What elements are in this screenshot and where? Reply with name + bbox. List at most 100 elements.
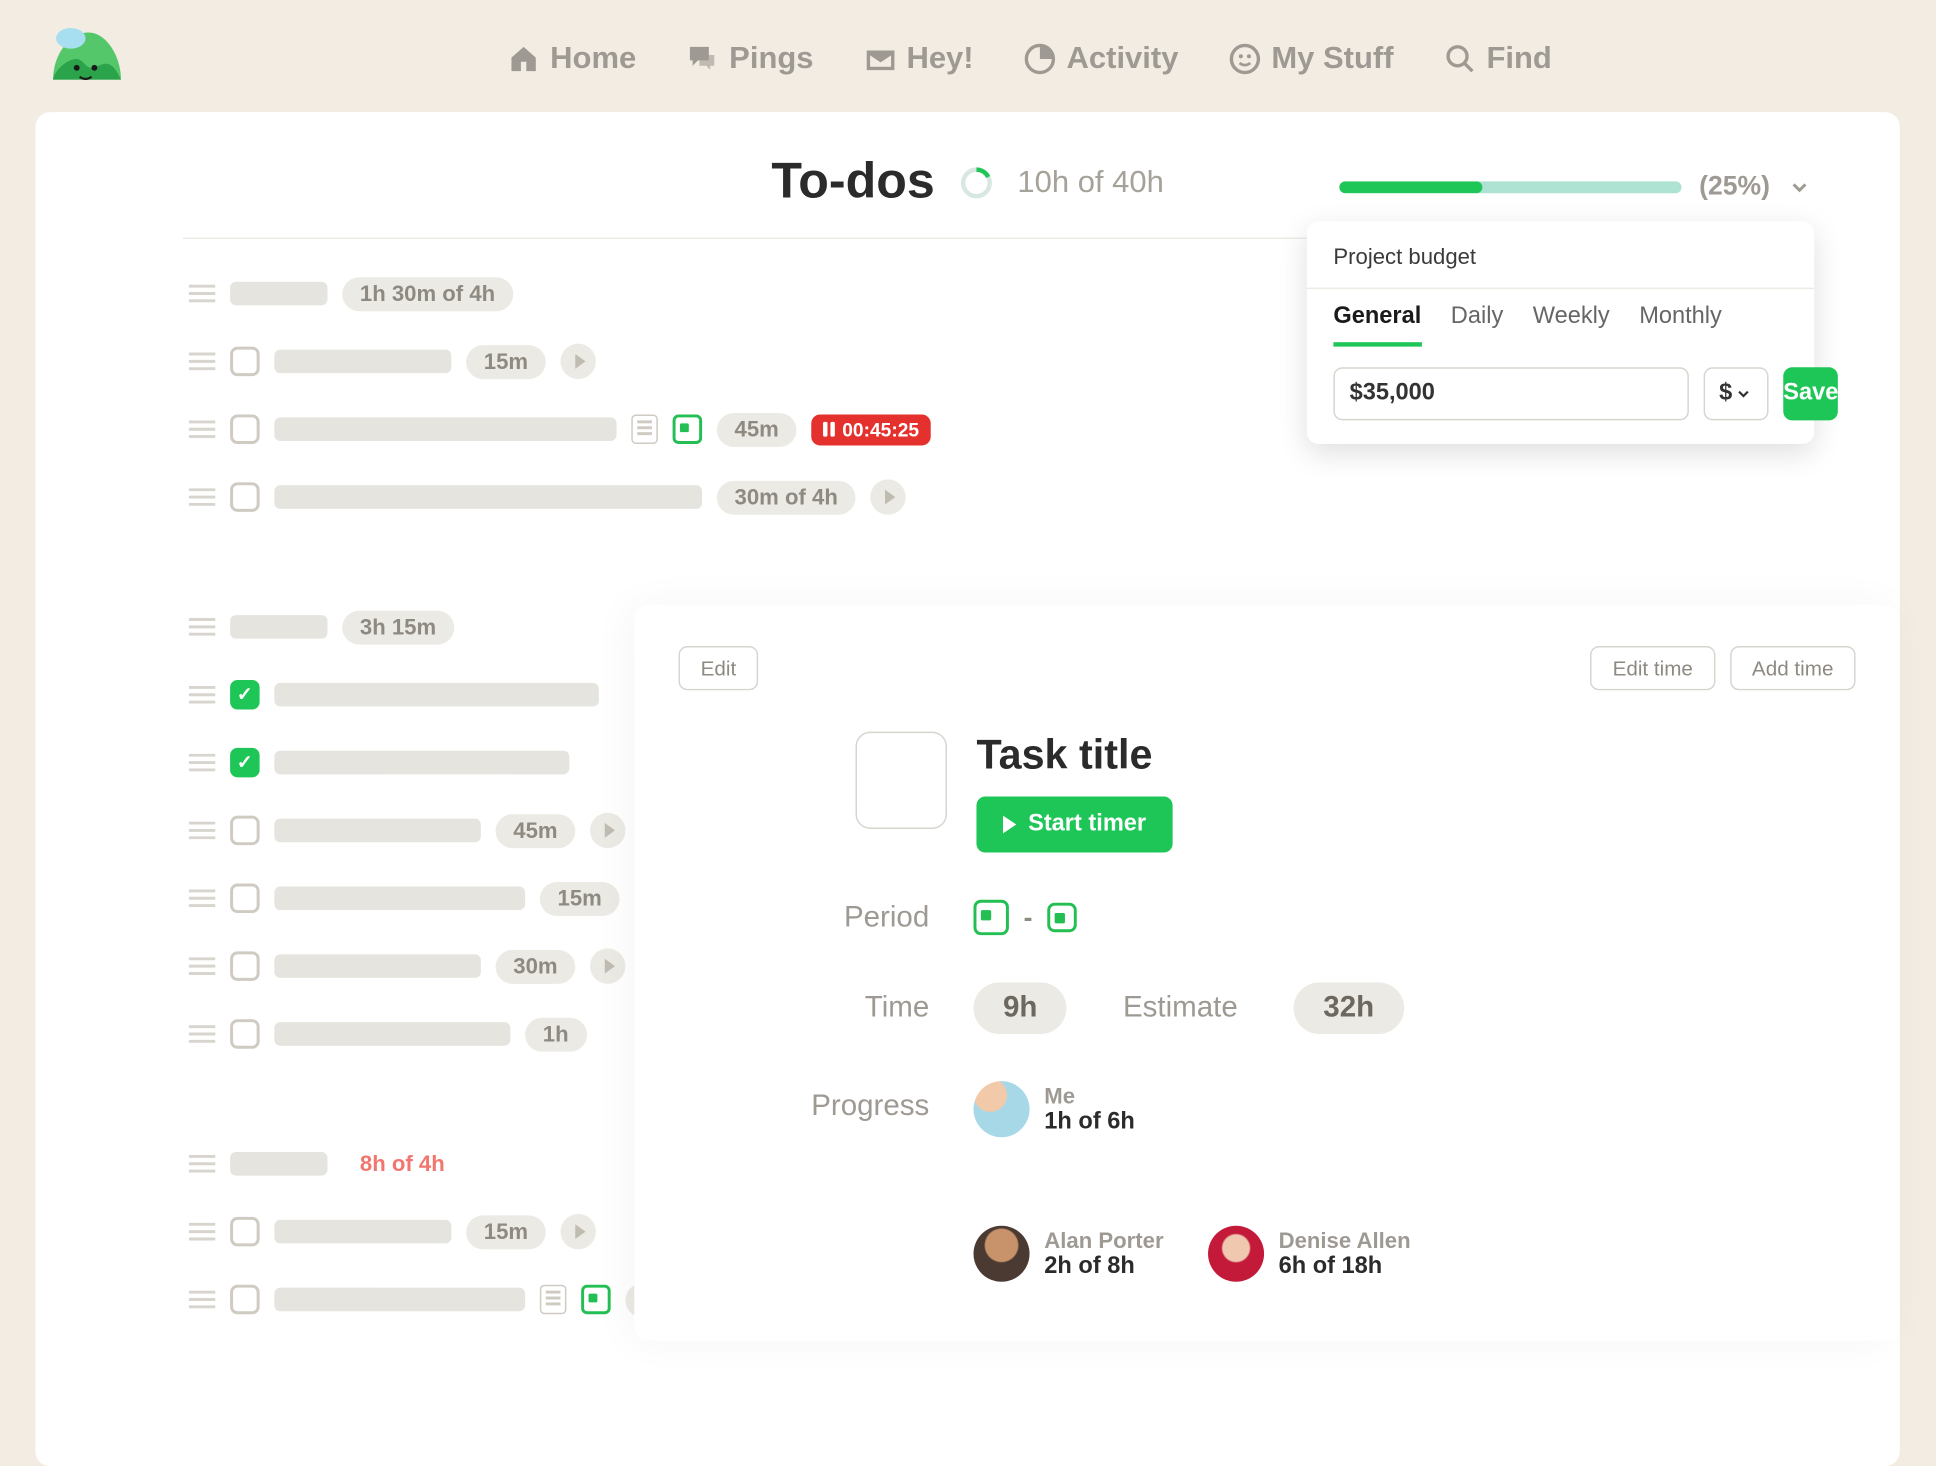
nav-hey-label: Hey!: [906, 41, 973, 76]
play-button[interactable]: [590, 813, 625, 848]
task-detail-panel: Edit Edit time Add time Task title Start…: [634, 605, 1900, 1341]
drag-handle-icon[interactable]: [189, 822, 216, 840]
nav-mystuff[interactable]: My Stuff: [1229, 41, 1394, 76]
todo-time-pill: 45m: [496, 813, 576, 847]
period-label: Period: [738, 900, 974, 934]
drag-handle-icon[interactable]: [189, 686, 216, 704]
drag-handle-icon[interactable]: [189, 488, 216, 506]
drag-handle-icon[interactable]: [189, 1025, 216, 1043]
avatar: [1208, 1226, 1264, 1282]
person-name: Denise Allen: [1279, 1228, 1411, 1253]
start-timer-button[interactable]: Start timer: [976, 797, 1172, 853]
header-time-summary: 10h of 40h: [1017, 164, 1163, 199]
nav-find-label: Find: [1486, 41, 1551, 76]
play-button[interactable]: [561, 1214, 596, 1249]
progress-percent: (25%): [1699, 171, 1770, 202]
progress-person: Alan Porter2h of 8h: [974, 1226, 1164, 1282]
add-time-button[interactable]: Add time: [1730, 646, 1856, 690]
drag-handle-icon[interactable]: [189, 420, 216, 438]
task-large-checkbox[interactable]: [856, 732, 947, 829]
budget-tab-weekly[interactable]: Weekly: [1533, 304, 1610, 347]
drag-handle-icon[interactable]: [189, 618, 216, 636]
avatar: [974, 1081, 1030, 1137]
nav-home[interactable]: Home: [507, 41, 636, 76]
person-time: 6h of 18h: [1279, 1253, 1411, 1280]
todo-title-placeholder: [274, 819, 481, 843]
nav-pings-label: Pings: [729, 41, 813, 76]
drag-handle-icon[interactable]: [189, 1155, 216, 1173]
todo-title-placeholder: [274, 751, 569, 775]
group-title-placeholder: [230, 1152, 327, 1176]
drag-handle-icon[interactable]: [189, 285, 216, 303]
document-icon[interactable]: [631, 414, 658, 444]
todo-time-pill: 30m: [496, 949, 576, 983]
estimate-label: Estimate: [1123, 991, 1238, 1025]
chevron-down-icon[interactable]: [1788, 175, 1812, 199]
play-button[interactable]: [870, 479, 905, 514]
todo-title-placeholder: [274, 1288, 525, 1312]
edit-button[interactable]: Edit: [679, 646, 759, 690]
todo-checkbox[interactable]: [230, 347, 260, 377]
drag-handle-icon[interactable]: [189, 353, 216, 371]
group-time-summary: 3h 15m: [342, 610, 454, 644]
progress-person: Denise Allen6h of 18h: [1208, 1226, 1411, 1282]
todo-time-pill: 45m: [717, 412, 797, 446]
todo-checkbox[interactable]: [230, 482, 260, 512]
todo-title-placeholder: [274, 954, 481, 978]
group-title-placeholder: [230, 615, 327, 639]
todo-checkbox[interactable]: [230, 748, 260, 778]
todo-time-pill: 30m of 4h: [717, 480, 856, 514]
drag-handle-icon[interactable]: [189, 754, 216, 772]
budget-tab-general[interactable]: General: [1333, 304, 1421, 347]
todo-time-pill: 15m: [466, 344, 546, 378]
drag-handle-icon[interactable]: [189, 889, 216, 907]
budget-tab-monthly[interactable]: Monthly: [1639, 304, 1722, 347]
nav-find[interactable]: Find: [1444, 41, 1552, 76]
budget-amount-input[interactable]: [1333, 367, 1688, 420]
period-end-icon[interactable]: [1047, 903, 1077, 933]
todo-checkbox[interactable]: [230, 1019, 260, 1048]
running-timer-badge[interactable]: 00:45:25: [811, 414, 931, 445]
person-time: 2h of 8h: [1044, 1253, 1163, 1280]
todo-checkbox[interactable]: [230, 1285, 260, 1315]
todo-checkbox[interactable]: [230, 816, 260, 846]
person-name: Alan Porter: [1044, 1228, 1163, 1253]
document-icon[interactable]: [540, 1285, 567, 1315]
page-title: To-dos: [771, 153, 934, 211]
drag-handle-icon[interactable]: [189, 1291, 216, 1309]
play-button[interactable]: [561, 344, 596, 379]
drag-handle-icon[interactable]: [189, 1223, 216, 1241]
avatar: [974, 1226, 1030, 1282]
todo-time-pill: 15m: [466, 1215, 546, 1249]
todo-title-placeholder: [274, 1220, 451, 1244]
todo-checkbox[interactable]: [230, 884, 260, 914]
period-dash: -: [1024, 902, 1033, 933]
calendar-icon[interactable]: [673, 414, 703, 444]
progress-label: Progress: [738, 1081, 974, 1124]
nav-activity[interactable]: Activity: [1024, 41, 1179, 76]
group-time-summary: 1h 30m of 4h: [342, 277, 513, 311]
todo-checkbox[interactable]: [230, 951, 260, 981]
todo-checkbox[interactable]: [230, 414, 260, 444]
task-title: Task title: [976, 732, 1172, 779]
todo-title-placeholder: [274, 485, 702, 509]
todo-title-placeholder: [274, 350, 451, 374]
nav-hey[interactable]: Hey!: [864, 41, 974, 76]
basecamp-logo[interactable]: [44, 24, 130, 95]
drag-handle-icon[interactable]: [189, 957, 216, 975]
nav-home-label: Home: [550, 41, 636, 76]
budget-save-button[interactable]: Save: [1783, 367, 1838, 420]
todo-title-placeholder: [274, 683, 599, 707]
budget-tab-daily[interactable]: Daily: [1451, 304, 1503, 347]
todo-checkbox[interactable]: [230, 1217, 260, 1247]
play-button[interactable]: [590, 948, 625, 983]
calendar-icon[interactable]: [581, 1285, 611, 1315]
edit-time-button[interactable]: Edit time: [1590, 646, 1715, 690]
todo-checkbox[interactable]: [230, 680, 260, 710]
estimate-value: 32h: [1294, 982, 1404, 1034]
nav-activity-label: Activity: [1067, 41, 1179, 76]
period-start-icon[interactable]: [974, 900, 1009, 935]
budget-currency-select[interactable]: $: [1704, 367, 1769, 420]
group-time-summary: 8h of 4h: [342, 1147, 462, 1181]
nav-pings[interactable]: Pings: [686, 41, 813, 76]
